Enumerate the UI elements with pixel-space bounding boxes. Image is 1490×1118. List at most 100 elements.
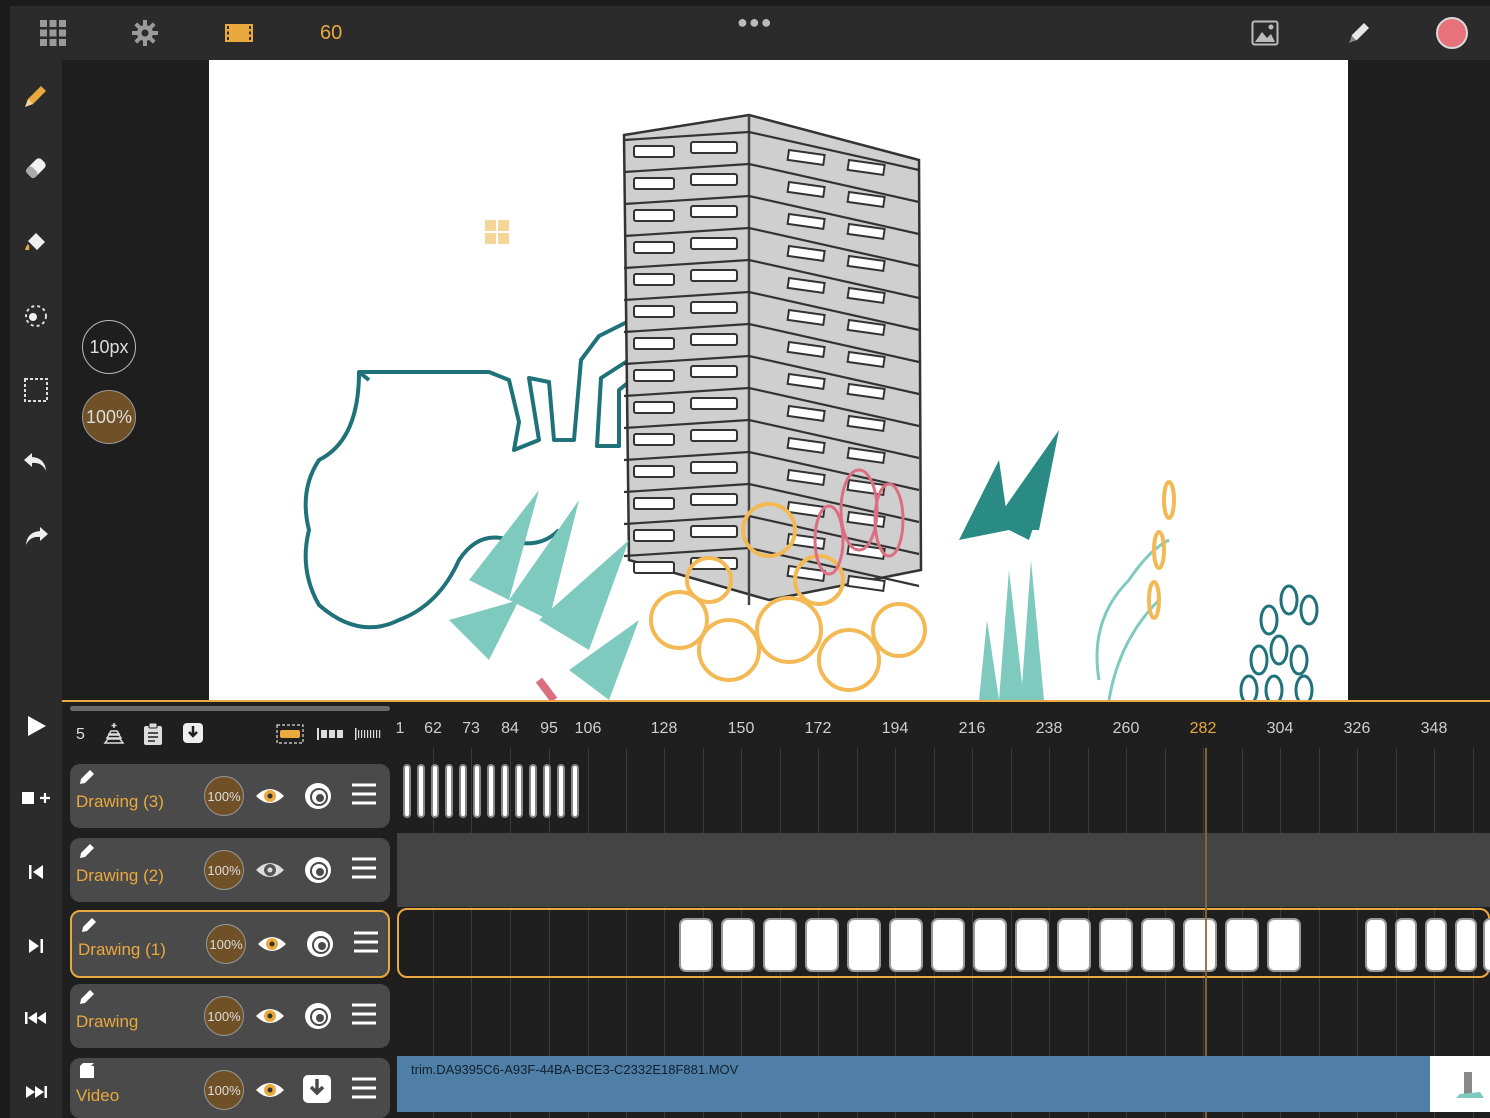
layer-opacity[interactable]: 100% <box>206 924 246 964</box>
go-to-start-icon[interactable] <box>20 1002 52 1034</box>
layer-menu-icon[interactable] <box>350 1000 382 1032</box>
frame-cell[interactable] <box>431 764 439 818</box>
frame-cell[interactable] <box>973 918 1007 972</box>
frame-cell[interactable] <box>889 918 923 972</box>
onion-skin-icon[interactable] <box>102 722 126 751</box>
layer-opacity[interactable]: 100% <box>204 850 244 890</box>
frame-cell[interactable] <box>1141 918 1175 972</box>
previous-frame-icon[interactable] <box>20 856 52 888</box>
ruler-tick: 348 <box>1420 720 1448 737</box>
onion-skin-layer-icon[interactable] <box>302 780 334 812</box>
layer-menu-icon[interactable] <box>350 854 382 886</box>
frame-cell[interactable] <box>847 918 881 972</box>
frame-cell[interactable] <box>403 764 411 818</box>
frame-cell[interactable] <box>763 918 797 972</box>
import-frame-icon[interactable] <box>182 722 204 749</box>
visibility-eye-off-icon[interactable] <box>254 854 286 886</box>
frame-cell[interactable] <box>417 764 425 818</box>
frame-rate-label[interactable]: 60 <box>320 22 342 45</box>
onion-skin-layer-icon[interactable] <box>304 928 336 960</box>
redo-icon[interactable] <box>18 518 54 554</box>
frame-cell[interactable] <box>1267 918 1301 972</box>
add-layer-icon[interactable] <box>20 782 52 814</box>
layer-menu-icon[interactable] <box>352 928 384 960</box>
frame-cell[interactable] <box>459 764 467 818</box>
lasso-transform-icon[interactable] <box>18 298 54 334</box>
video-track[interactable]: trim.DA9395C6-A93F-44BA-BCE3-C2332E18F88… <box>397 1056 1490 1112</box>
brush-opacity-control[interactable]: 100% <box>82 390 136 444</box>
frame-cell[interactable] <box>1099 918 1133 972</box>
frame-cell[interactable] <box>1425 918 1447 972</box>
layer-opacity[interactable]: 100% <box>204 996 244 1036</box>
visibility-eye-icon[interactable] <box>256 928 288 960</box>
visibility-eye-icon[interactable] <box>254 1074 286 1106</box>
frame-count-label: 5 <box>76 726 85 743</box>
layer-opacity[interactable]: 100% <box>204 776 244 816</box>
zoom-frames-icon[interactable] <box>316 726 344 747</box>
frame-cell[interactable] <box>1225 918 1259 972</box>
layer-menu-icon[interactable] <box>350 1074 382 1106</box>
frame-cell[interactable] <box>557 764 565 818</box>
layer-drawing-3[interactable]: Drawing (3) 100% <box>70 764 390 828</box>
next-frame-icon[interactable] <box>20 930 52 962</box>
frame-cell[interactable] <box>1057 918 1091 972</box>
layer-track-drawing-1[interactable] <box>397 908 1490 978</box>
frame-cell[interactable] <box>931 918 965 972</box>
animation-app: 60 ●●● 10px 100% 5 1 62 73 84 95 106 128… <box>10 6 1490 1118</box>
frame-cell[interactable] <box>543 764 551 818</box>
visibility-eye-icon[interactable] <box>254 780 286 812</box>
frame-cell[interactable] <box>529 764 537 818</box>
timeline-scrollbar[interactable] <box>70 706 390 711</box>
layer-drawing[interactable]: Drawing 100% <box>70 984 390 1048</box>
frame-cell[interactable] <box>445 764 453 818</box>
ruler-tick: 260 <box>1112 720 1140 737</box>
ruler-tick: 1 <box>395 720 405 737</box>
frame-cell[interactable] <box>473 764 481 818</box>
import-video-icon[interactable] <box>302 1074 334 1106</box>
layer-menu-icon[interactable] <box>350 780 382 812</box>
go-to-end-icon[interactable] <box>20 1076 52 1108</box>
visibility-eye-icon[interactable] <box>254 1000 286 1032</box>
clipboard-icon[interactable] <box>142 722 164 751</box>
layer-drawing-2[interactable]: Drawing (2) 100% <box>70 838 390 902</box>
layer-track-drawing-3[interactable] <box>397 758 1490 828</box>
frame-cell[interactable] <box>501 764 509 818</box>
frame-cell[interactable] <box>1395 918 1417 972</box>
undo-icon[interactable] <box>18 444 54 480</box>
frame-cell[interactable] <box>515 764 523 818</box>
frame-cell[interactable] <box>721 918 755 972</box>
eraser-icon[interactable] <box>18 150 54 186</box>
grid-menu-icon[interactable] <box>34 14 72 52</box>
onion-skin-layer-icon[interactable] <box>302 1000 334 1032</box>
ruler-tick: 172 <box>804 720 832 737</box>
selection-rect-icon[interactable] <box>18 372 54 408</box>
compact-frames-icon[interactable] <box>354 726 382 747</box>
film-strip-icon[interactable] <box>220 14 258 52</box>
frame-cell[interactable] <box>679 918 713 972</box>
pencil-icon[interactable] <box>18 78 54 114</box>
more-options-icon[interactable]: ●●● <box>737 12 773 33</box>
frame-cell[interactable] <box>805 918 839 972</box>
frame-cell[interactable] <box>1015 918 1049 972</box>
frame-cell[interactable] <box>1483 918 1490 972</box>
record-button[interactable] <box>1433 14 1471 52</box>
layer-drawing-1[interactable]: Drawing (1) 100% <box>70 910 390 978</box>
frame-cell[interactable] <box>571 764 579 818</box>
drawing-canvas[interactable] <box>209 60 1348 700</box>
frame-cell[interactable] <box>1365 918 1387 972</box>
pen-tool-icon[interactable] <box>1340 14 1378 52</box>
play-icon[interactable] <box>20 710 52 742</box>
layer-video[interactable]: Video 100% <box>70 1058 390 1118</box>
layer-opacity[interactable]: 100% <box>204 1070 244 1110</box>
frame-selection-icon[interactable] <box>276 724 304 749</box>
onion-skin-layer-icon[interactable] <box>302 854 334 886</box>
settings-gear-icon[interactable] <box>126 14 164 52</box>
image-reference-icon[interactable] <box>1246 14 1284 52</box>
pencil-icon <box>78 842 96 860</box>
frame-cell[interactable] <box>1183 918 1217 972</box>
brush-size-control[interactable]: 10px <box>82 320 136 374</box>
ruler-tick: 216 <box>958 720 986 737</box>
frame-cell[interactable] <box>487 764 495 818</box>
frame-cell[interactable] <box>1455 918 1477 972</box>
fill-bucket-icon[interactable] <box>18 224 54 260</box>
